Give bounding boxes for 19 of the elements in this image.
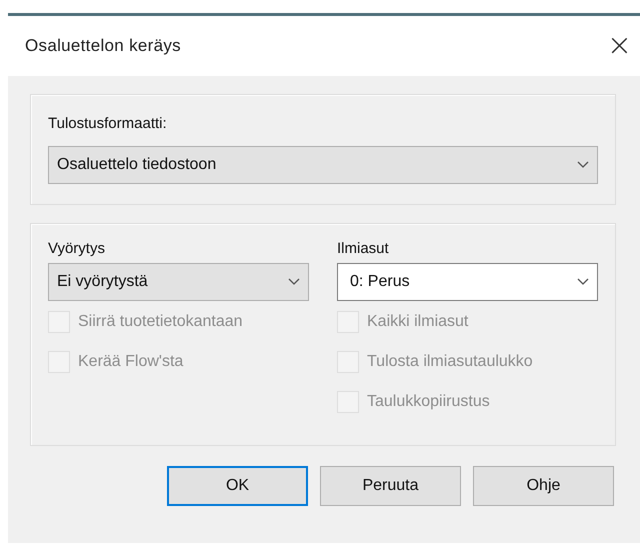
chevron-down-icon xyxy=(577,278,589,286)
checkbox-label: Kerää Flow'sta xyxy=(78,353,184,371)
field-label: Tulostusformaatti: xyxy=(48,115,168,132)
dialog-button[interactable]: Peruuta xyxy=(320,466,461,506)
checkbox-label: Siirrä tuotetietokantaan xyxy=(78,313,243,331)
chevron-down-icon xyxy=(288,278,300,286)
dropdown[interactable]: Ei vyörytystä xyxy=(48,263,309,301)
window-title: Osaluettelon keräys xyxy=(25,36,181,56)
field-label: Vyörytys xyxy=(48,240,106,257)
dialog-button[interactable]: Ohje xyxy=(473,466,614,506)
close-button[interactable]: × xyxy=(600,31,638,61)
dialog-button[interactable]: OK xyxy=(167,466,308,506)
checkbox-label: Tulosta ilmiasutaulukko xyxy=(367,353,533,371)
dropdown[interactable]: 0: Perus xyxy=(337,263,598,301)
checkbox-label: Kaikki ilmiasut xyxy=(367,313,468,331)
field-label: Ilmiasut xyxy=(337,240,390,257)
chevron-down-icon xyxy=(577,161,589,169)
dropdown[interactable]: Osaluettelo tiedostoon xyxy=(48,146,598,184)
checkbox-label: Taulukkopiirustus xyxy=(367,393,490,411)
